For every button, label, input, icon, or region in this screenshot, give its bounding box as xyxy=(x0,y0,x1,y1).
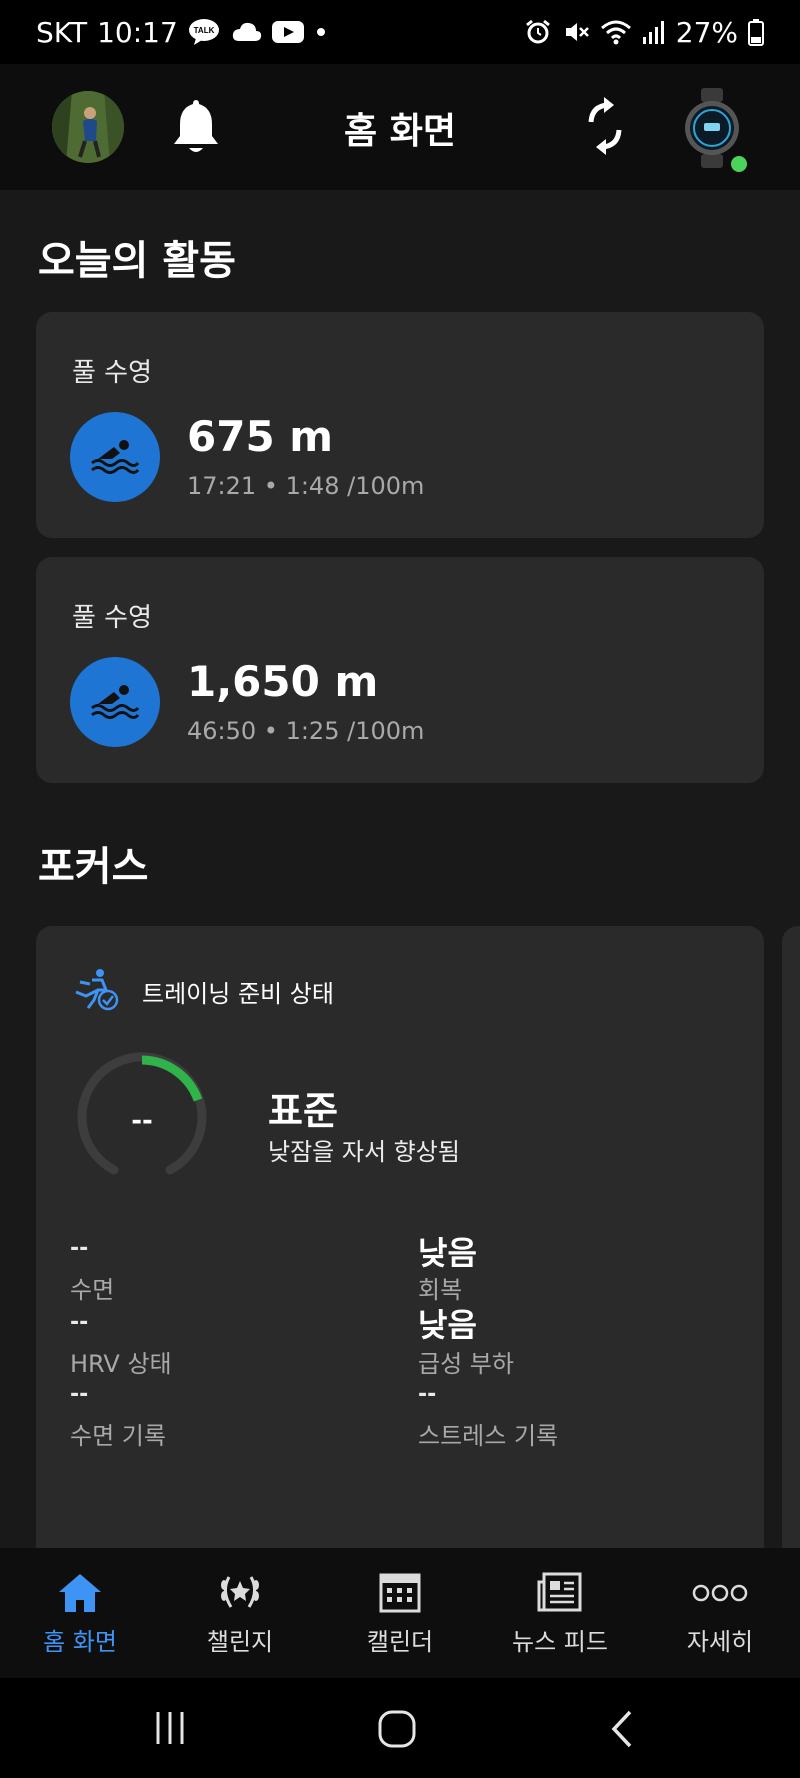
sleep-history-label: 수면 기록 xyxy=(70,1422,166,1450)
status-bar: SKT 10:17 TALK 27% xyxy=(0,0,800,64)
battery-icon xyxy=(748,18,764,46)
readiness-status: 표준 xyxy=(268,1089,338,1133)
device-connected-indicator xyxy=(731,156,747,172)
training-readiness-icon xyxy=(72,968,122,1012)
alarm-icon xyxy=(524,18,552,46)
more-icon xyxy=(690,1568,750,1618)
section-title-today: 오늘의 활동 xyxy=(38,238,236,284)
section-title-focus: 포커스 xyxy=(38,844,149,890)
clock: 10:17 xyxy=(97,15,178,49)
bottom-nav: 홈 화면 챌린지 캘린더 뉴스 피드 자세히 xyxy=(0,1548,800,1678)
activity-meta: 17:21 • 1:48 /100m xyxy=(187,472,425,500)
hrv-label: HRV 상태 xyxy=(70,1350,172,1378)
app-header: 홈 화면 xyxy=(0,64,800,190)
nav-label: 뉴스 피드 xyxy=(512,1628,608,1656)
acute-load-value: 낮음 xyxy=(418,1306,477,1344)
nav-calendar[interactable]: 캘린더 xyxy=(320,1548,480,1678)
next-focus-card-peek[interactable] xyxy=(782,926,800,1576)
mute-icon xyxy=(562,18,590,46)
activity-meta: 46:50 • 1:25 /100m xyxy=(187,717,425,745)
pool-swim-icon xyxy=(70,412,160,502)
svg-text:TALK: TALK xyxy=(193,26,214,35)
signal-icon xyxy=(642,19,666,45)
activity-type: 풀 수영 xyxy=(72,358,153,388)
system-navigation-bar xyxy=(0,1678,800,1778)
readiness-score: -- xyxy=(131,1106,153,1136)
activity-distance: 1,650 m xyxy=(187,657,379,706)
activity-type: 풀 수영 xyxy=(72,603,153,633)
recent-apps-icon[interactable] xyxy=(150,1708,190,1748)
nav-more[interactable]: 자세히 xyxy=(640,1548,800,1678)
nav-label: 캘린더 xyxy=(366,1628,434,1656)
nav-challenges[interactable]: 챌린지 xyxy=(160,1548,320,1678)
stress-history-label: 스트레스 기록 xyxy=(418,1422,559,1450)
nav-label: 챌린지 xyxy=(206,1628,274,1656)
nav-home[interactable]: 홈 화면 xyxy=(0,1548,160,1678)
wifi-icon xyxy=(600,18,632,46)
calendar-icon xyxy=(370,1568,430,1618)
nav-newsfeed[interactable]: 뉴스 피드 xyxy=(480,1548,640,1678)
hrv-value: -- xyxy=(70,1310,89,1335)
acute-load-label: 급성 부하 xyxy=(418,1350,514,1378)
watch-device-icon[interactable] xyxy=(684,88,740,168)
battery-percent: 27% xyxy=(675,15,738,49)
activity-distance: 675 m xyxy=(187,412,334,461)
home-button-icon[interactable] xyxy=(376,1708,418,1750)
training-readiness-label: 트레이닝 준비 상태 xyxy=(142,980,334,1008)
training-readiness-card[interactable]: 트레이닝 준비 상태 -- 표준 낮잠을 자서 향상됨 -- 수면 낮음 회복 … xyxy=(36,926,764,1576)
page-title: 홈 화면 xyxy=(344,111,456,152)
pool-swim-icon xyxy=(70,657,160,747)
kakaotalk-icon: TALK xyxy=(188,18,222,46)
carrier-label: SKT xyxy=(36,15,88,49)
home-icon xyxy=(50,1568,110,1618)
youtube-icon xyxy=(271,20,304,44)
sync-icon[interactable] xyxy=(580,94,630,158)
back-icon[interactable] xyxy=(604,1708,640,1750)
sleep-value: -- xyxy=(70,1236,89,1261)
cloud-icon xyxy=(232,21,262,43)
nav-label: 자세히 xyxy=(686,1628,754,1656)
nav-label: 홈 화면 xyxy=(43,1628,117,1656)
notification-dot-icon xyxy=(314,25,328,39)
stress-history-value: -- xyxy=(418,1382,437,1407)
activity-card[interactable]: 풀 수영 1,650 m 46:50 • 1:25 /100m xyxy=(36,557,764,783)
activity-card[interactable]: 풀 수영 675 m 17:21 • 1:48 /100m xyxy=(36,312,764,538)
sleep-label: 수면 xyxy=(70,1276,115,1304)
news-icon xyxy=(530,1568,590,1618)
sleep-history-value: -- xyxy=(70,1382,89,1407)
laurel-icon xyxy=(210,1568,270,1618)
recovery-value: 낮음 xyxy=(418,1234,477,1272)
readiness-description: 낮잠을 자서 향상됨 xyxy=(268,1138,460,1166)
